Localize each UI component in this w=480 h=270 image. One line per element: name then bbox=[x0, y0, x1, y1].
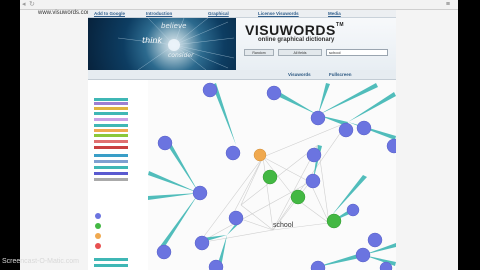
legend-link-region bbox=[94, 178, 128, 181]
legend-dot-noun bbox=[95, 213, 101, 219]
center-word-label[interactable]: school bbox=[273, 222, 293, 229]
tab-fullscreen[interactable]: Fullscreen bbox=[329, 72, 352, 77]
random-button[interactable]: Random bbox=[244, 49, 274, 56]
legend-dot-adjective bbox=[95, 233, 101, 239]
reload-icon[interactable]: ↻ bbox=[29, 1, 36, 8]
tab-visuwords[interactable]: Visuwords bbox=[288, 72, 311, 77]
menu-media[interactable]: Media bbox=[328, 11, 341, 16]
recording-watermark: Screencast-O-Matic.com bbox=[2, 258, 80, 265]
legend-panel bbox=[88, 80, 144, 270]
browser-window: ◂ ↻ www.visuwords.com ≡ Add to Google In… bbox=[20, 0, 458, 270]
legend-link-participle bbox=[94, 160, 128, 163]
menu-introduction[interactable]: Introduction bbox=[146, 11, 172, 16]
menu-license[interactable]: License Visuwords bbox=[258, 11, 299, 16]
legend-link-pertains bbox=[94, 146, 128, 149]
search-row: Random All fields school bbox=[244, 49, 394, 57]
search-input[interactable]: school bbox=[326, 49, 388, 56]
graph-svg bbox=[148, 82, 396, 270]
legend-link-hyponym bbox=[94, 98, 128, 101]
legend-link-attribute bbox=[94, 107, 128, 110]
legend-bottom-bar-2 bbox=[94, 264, 128, 267]
browser-menu-icon[interactable]: ≡ bbox=[446, 1, 450, 9]
url-text: www.visuwords.com bbox=[38, 10, 93, 16]
word-graph[interactable]: school bbox=[148, 80, 396, 270]
legend-link-substance bbox=[94, 124, 128, 127]
legend-dot-verb bbox=[95, 223, 101, 229]
url-field[interactable]: www.visuwords.com bbox=[38, 1, 338, 16]
legend-link-entail bbox=[94, 134, 128, 137]
site-tagline: online graphical dictionary bbox=[258, 37, 335, 43]
legend-link-member bbox=[94, 118, 128, 121]
legend-link-instance bbox=[94, 112, 128, 115]
site-banner: believe think consider VISUWORDSTM onlin… bbox=[88, 18, 396, 70]
logo-trademark: TM bbox=[335, 22, 345, 28]
legend-bottom-bar-1 bbox=[94, 258, 128, 261]
back-arrow-icon[interactable]: ◂ bbox=[22, 1, 29, 8]
legend-link-similar bbox=[94, 154, 128, 157]
site-logo: VISUWORDSTM bbox=[245, 22, 344, 38]
banner-word-consider: consider bbox=[168, 52, 194, 59]
tab-bar: Visuwords Fullscreen bbox=[88, 70, 396, 80]
legend-link-cause bbox=[94, 129, 128, 132]
address-bar: ◂ ↻ www.visuwords.com ≡ bbox=[20, 0, 458, 16]
logo-text: VISUWORDS bbox=[245, 22, 336, 38]
banner-word-believe: believe bbox=[161, 22, 187, 30]
menu-graphical[interactable]: Graphical bbox=[208, 11, 229, 16]
visuwords-page: Add to Google Introduction Graphical Lic… bbox=[88, 10, 396, 270]
graph-adjective-nodes bbox=[253, 148, 267, 162]
legend-dot-adverb bbox=[95, 243, 101, 249]
graph-verb-nodes bbox=[262, 169, 342, 229]
screen: ◂ ↻ www.visuwords.com ≡ Add to Google In… bbox=[0, 0, 480, 270]
top-menu: Add to Google Introduction Graphical Lic… bbox=[88, 10, 396, 18]
legend-link-domain bbox=[94, 166, 128, 169]
banner-word-think: think bbox=[142, 36, 163, 45]
legend-link-opposes bbox=[94, 140, 128, 143]
legend-link-part bbox=[94, 102, 128, 105]
menu-add-to-google[interactable]: Add to Google bbox=[94, 11, 125, 16]
banner-image: believe think consider bbox=[88, 18, 236, 70]
legend-link-usage bbox=[94, 172, 128, 175]
all-fields-select[interactable]: All fields bbox=[278, 49, 322, 56]
